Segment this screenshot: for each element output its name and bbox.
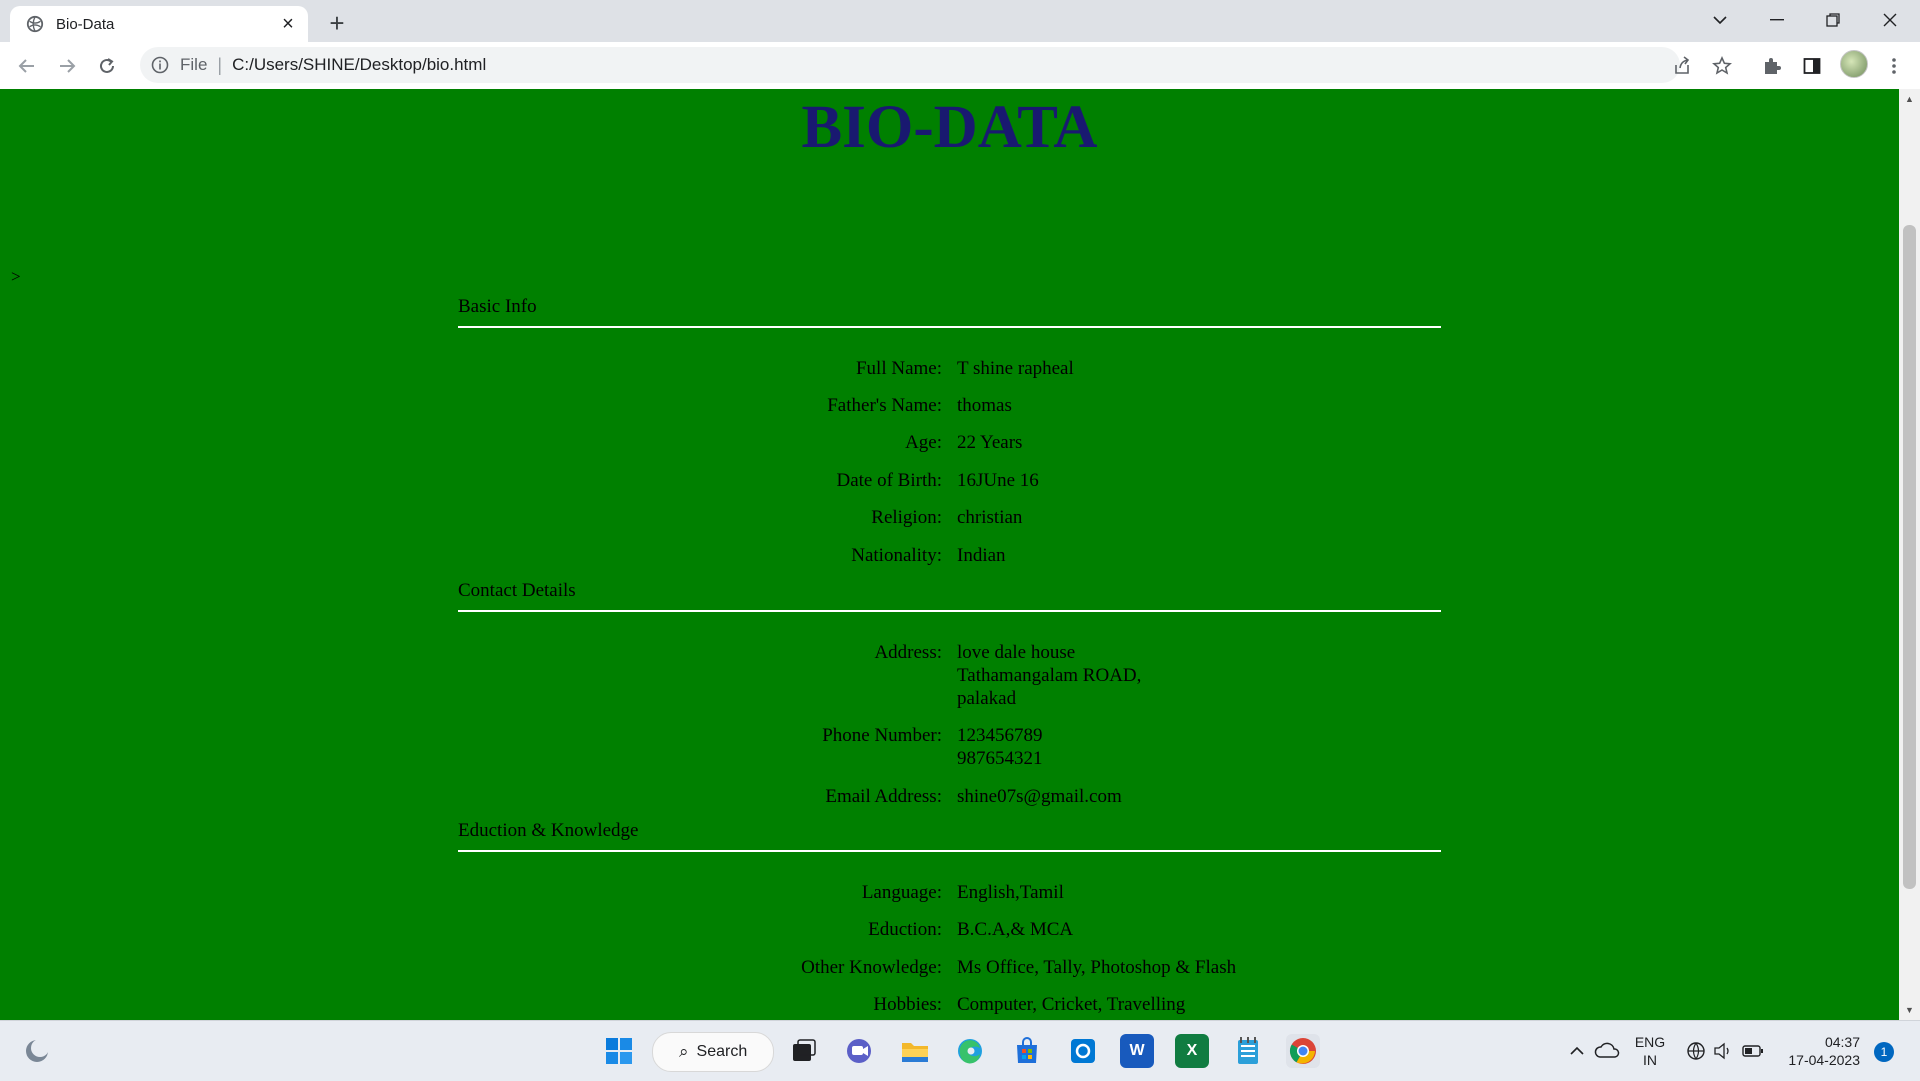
globe-icon bbox=[26, 15, 44, 33]
notification-badge[interactable]: 1 bbox=[1874, 1042, 1894, 1062]
stray-text: > bbox=[11, 267, 21, 286]
edge-browser-icon[interactable] bbox=[953, 1034, 987, 1068]
field-label: Age: bbox=[905, 432, 942, 453]
field-value: christian bbox=[957, 507, 1023, 528]
phone-line: 123456789 bbox=[957, 725, 1043, 746]
page-viewport: BIO-DATA > Basic Info Full Name: T shine… bbox=[0, 89, 1899, 1020]
side-panel-icon[interactable] bbox=[1798, 52, 1826, 80]
field-label: Address: bbox=[874, 642, 942, 663]
tab-title: Bio-Data bbox=[56, 15, 115, 33]
vertical-scrollbar[interactable]: ▲ ▼ bbox=[1899, 89, 1920, 1020]
teams-chat-icon[interactable] bbox=[842, 1034, 876, 1068]
field-value: 22 Years bbox=[957, 432, 1023, 453]
volume-icon[interactable] bbox=[1706, 1034, 1740, 1068]
page-title: BIO-DATA bbox=[801, 94, 1098, 161]
search-icon: ⌕ bbox=[679, 1042, 689, 1061]
field-value: Indian bbox=[957, 545, 1006, 566]
region-code: IN bbox=[1643, 1052, 1657, 1068]
field-value: T shine rapheal bbox=[957, 358, 1074, 379]
scroll-up-arrow-icon[interactable]: ▲ bbox=[1899, 91, 1920, 107]
widgets-icon[interactable] bbox=[20, 1034, 54, 1068]
url-scheme-label: File bbox=[180, 55, 208, 74]
language-indicator[interactable]: ENG IN bbox=[1628, 1033, 1672, 1069]
search-label: Search bbox=[696, 1043, 748, 1060]
notepad-icon[interactable] bbox=[1231, 1034, 1265, 1068]
task-view-icon[interactable] bbox=[787, 1034, 821, 1068]
tab-bio-data[interactable]: Bio-Data × bbox=[10, 6, 308, 42]
scroll-down-arrow-icon[interactable]: ▼ bbox=[1899, 1002, 1920, 1018]
minimize-icon[interactable] bbox=[1749, 0, 1805, 40]
field-label: Father's Name: bbox=[827, 395, 942, 416]
field-label: Religion: bbox=[871, 507, 942, 528]
battery-icon[interactable] bbox=[1736, 1034, 1770, 1068]
field-label: Email Address: bbox=[825, 786, 942, 807]
field-value: love dale house Tathamangalam ROAD, pala… bbox=[957, 641, 1441, 710]
onedrive-cloud-icon[interactable] bbox=[1590, 1034, 1624, 1068]
microsoft-store-icon[interactable] bbox=[1010, 1034, 1044, 1068]
forward-arrow-icon[interactable] bbox=[53, 52, 81, 80]
field-label: Eduction: bbox=[868, 919, 942, 940]
field-label: Language: bbox=[861, 882, 942, 903]
scrollbar-thumb[interactable] bbox=[1903, 225, 1916, 889]
chrome-icon[interactable] bbox=[1286, 1034, 1320, 1068]
windows-start-icon[interactable] bbox=[602, 1034, 636, 1068]
language-code: ENG bbox=[1634, 1034, 1666, 1050]
reload-icon[interactable] bbox=[93, 52, 121, 80]
clock-time: 04:37 bbox=[1824, 1034, 1860, 1050]
close-tab-icon[interactable]: × bbox=[274, 10, 302, 38]
info-icon[interactable] bbox=[150, 55, 170, 75]
field-label: Full Name: bbox=[855, 358, 942, 379]
extensions-puzzle-icon[interactable] bbox=[1758, 52, 1786, 80]
address-line: love dale house bbox=[957, 642, 1076, 663]
field-label: Phone Number: bbox=[822, 725, 942, 746]
url-text[interactable]: C:/Users/SHINE/Desktop/bio.html bbox=[232, 55, 486, 75]
field-value: Computer, Cricket, Travelling bbox=[957, 994, 1186, 1015]
field-value: B.C.A,& MCA bbox=[957, 919, 1074, 940]
phone-line: 987654321 bbox=[957, 748, 1043, 769]
field-label: Hobbies: bbox=[873, 994, 942, 1015]
back-arrow-icon[interactable] bbox=[13, 52, 41, 80]
clock-date: 17-04-2023 bbox=[1788, 1052, 1860, 1068]
taskbar-search-box[interactable]: ⌕ Search bbox=[652, 1032, 774, 1072]
field-value: 16JUne 16 bbox=[957, 470, 1039, 491]
field-value: shine07s@gmail.com bbox=[957, 786, 1122, 807]
restore-icon[interactable] bbox=[1805, 0, 1861, 40]
field-label: Nationality: bbox=[851, 545, 942, 566]
field-label: Date of Birth: bbox=[836, 470, 942, 491]
url-separator: | bbox=[217, 54, 223, 75]
new-tab-button[interactable]: + bbox=[322, 8, 352, 38]
file-explorer-icon[interactable] bbox=[898, 1034, 932, 1068]
field-label: Other Knowledge: bbox=[801, 957, 942, 978]
excel-icon[interactable]: X bbox=[1175, 1034, 1209, 1068]
browser-toolbar: File | C:/Users/SHINE/Desktop/bio.html bbox=[0, 42, 1920, 90]
field-value: English,Tamil bbox=[957, 882, 1064, 903]
share-icon[interactable] bbox=[1668, 52, 1696, 80]
tab-strip: Bio-Data × + bbox=[0, 0, 1920, 42]
field-value: 123456789 987654321 bbox=[957, 724, 1441, 770]
kebab-menu-icon[interactable] bbox=[1880, 52, 1908, 80]
profile-avatar[interactable] bbox=[1840, 50, 1868, 78]
chevron-up-icon[interactable] bbox=[1560, 1034, 1594, 1068]
star-icon[interactable] bbox=[1708, 52, 1736, 80]
clock[interactable]: 04:37 17-04-2023 bbox=[1780, 1033, 1860, 1069]
app-icon[interactable] bbox=[1066, 1034, 1100, 1068]
word-icon[interactable]: W bbox=[1120, 1034, 1154, 1068]
windows-taskbar: ⌕ Search W X ENG IN 04:37 17-04-2023 1 bbox=[0, 1020, 1920, 1081]
tab-search-icon[interactable] bbox=[1692, 0, 1748, 40]
basic-info-heading: Basic Info bbox=[458, 296, 1441, 328]
field-value: thomas bbox=[957, 395, 1012, 416]
field-value: Ms Office, Tally, Photoshop & Flash bbox=[957, 957, 1237, 978]
close-window-icon[interactable] bbox=[1862, 0, 1918, 40]
contact-details-heading: Contact Details bbox=[458, 580, 1441, 612]
education-heading: Eduction & Knowledge bbox=[458, 820, 1441, 852]
address-bar[interactable]: File | C:/Users/SHINE/Desktop/bio.html bbox=[140, 47, 1680, 83]
address-line: palakad bbox=[957, 688, 1017, 709]
address-line: Tathamangalam ROAD, bbox=[957, 665, 1142, 686]
